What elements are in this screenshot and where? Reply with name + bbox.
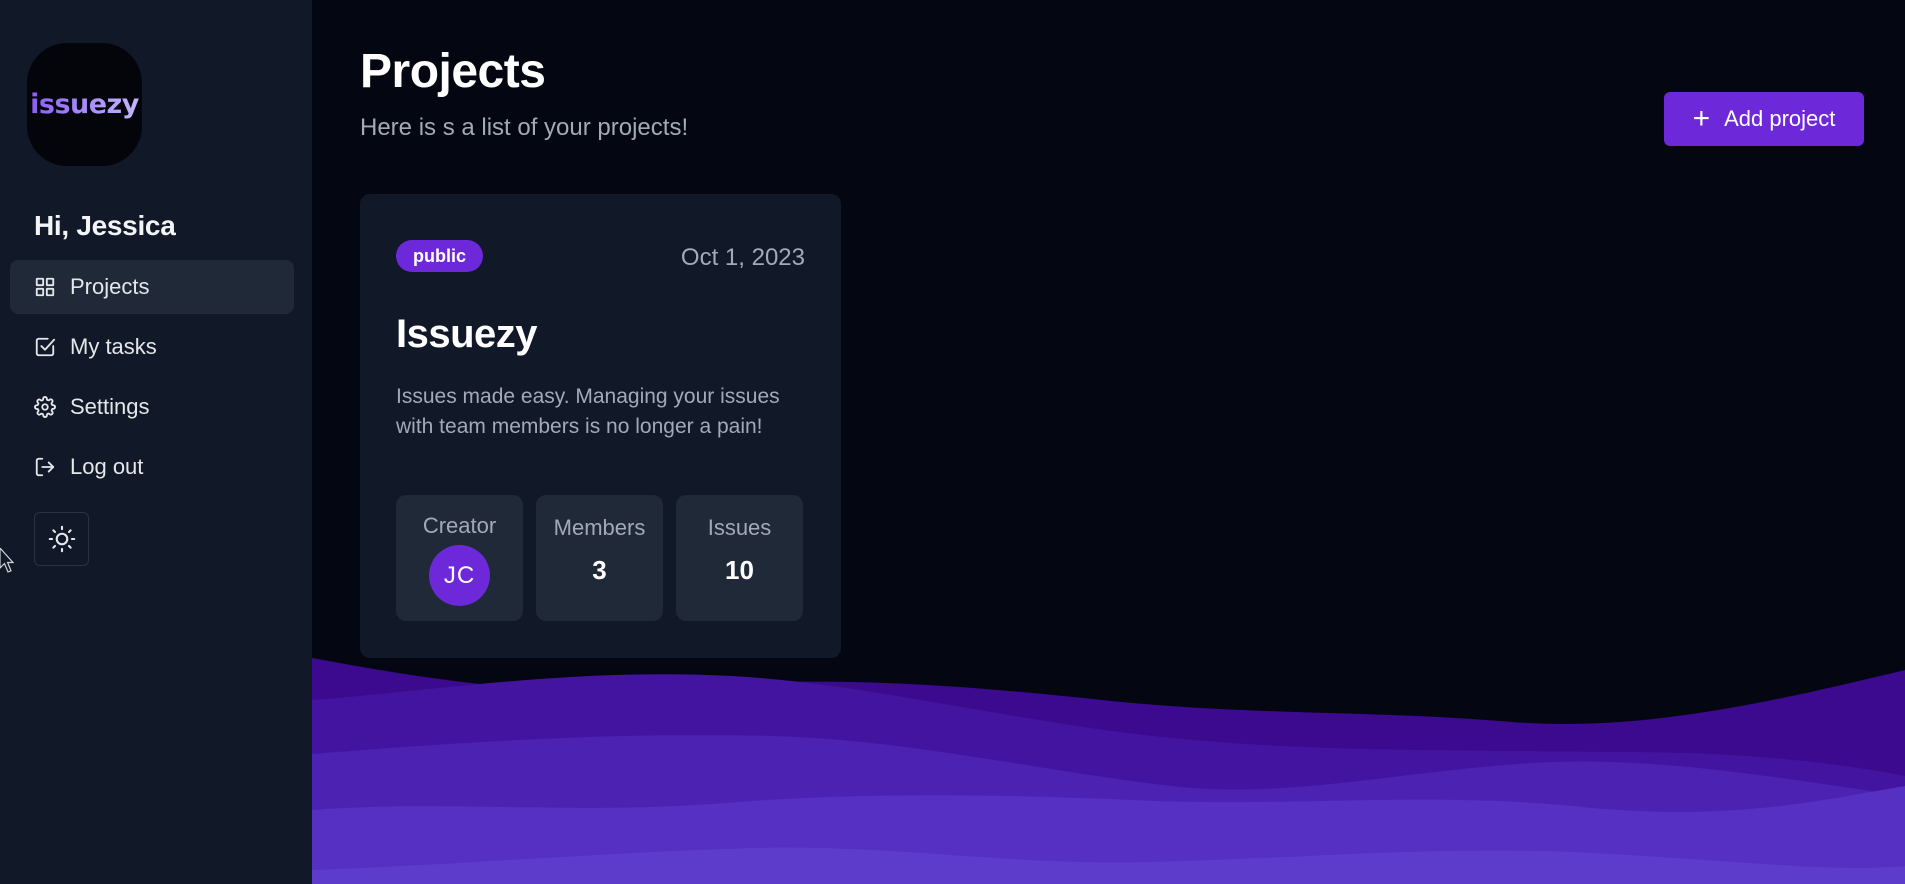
stat-value: 3 — [592, 555, 607, 585]
checkbox-icon — [34, 336, 56, 358]
add-project-button[interactable]: + Add project — [1664, 92, 1864, 146]
add-project-label: Add project — [1724, 106, 1836, 131]
sidebar-item-log-out[interactable]: Log out — [10, 440, 294, 494]
gear-icon — [34, 396, 56, 418]
sidebar-item-projects[interactable]: Projects — [10, 260, 294, 314]
sidebar-item-my-tasks[interactable]: My tasks — [10, 320, 294, 374]
avatar[interactable]: JC — [429, 545, 490, 606]
sidebar-item-label: Projects — [70, 274, 150, 299]
stat-creator: Creator JC — [396, 495, 523, 621]
sidebar-item-label: My tasks — [70, 334, 157, 359]
stat-label: Creator — [422, 513, 497, 538]
stat-value: 10 — [725, 555, 754, 585]
page-title: Projects — [360, 45, 546, 98]
sidebar-item-label: Log out — [70, 454, 144, 479]
grid-icon — [34, 276, 56, 298]
app-root: issuezy Hi, Jessica Projects My tasks Se… — [0, 0, 1905, 884]
theme-toggle-button[interactable] — [34, 512, 89, 566]
wave-background — [312, 658, 1905, 884]
logo-text: issuezy — [30, 89, 139, 120]
visibility-badge: public — [396, 240, 483, 272]
greeting: Hi, Jessica — [34, 210, 176, 241]
sidebar: issuezy Hi, Jessica Projects My tasks Se… — [0, 0, 312, 884]
stat-issues: Issues 10 — [676, 495, 803, 621]
sun-icon — [48, 525, 76, 553]
sidebar-nav: Projects My tasks Settings Log out — [10, 260, 294, 500]
page-subtitle: Here is s a list of your projects! — [360, 114, 689, 141]
logo[interactable]: issuezy — [27, 43, 142, 166]
sidebar-item-settings[interactable]: Settings — [10, 380, 294, 434]
project-date: Oct 1, 2023 — [680, 244, 805, 271]
stat-label: Members — [553, 515, 646, 540]
project-stats: Creator JC Members 3 Issues 10 — [396, 495, 803, 621]
stat-label: Issues — [707, 515, 772, 540]
mouse-cursor-icon — [0, 548, 14, 573]
logout-icon — [34, 456, 56, 478]
project-description: Issues made easy. Managing your issues w… — [396, 385, 780, 438]
plus-icon: + — [1692, 102, 1711, 135]
project-name: Issuezy — [396, 312, 538, 356]
project-card[interactable]: public Oct 1, 2023 Issuezy Issues made e… — [360, 194, 841, 658]
stat-members: Members 3 — [536, 495, 663, 621]
sidebar-item-label: Settings — [70, 394, 150, 419]
main-content: Projects Here is s a list of your projec… — [312, 0, 1905, 884]
